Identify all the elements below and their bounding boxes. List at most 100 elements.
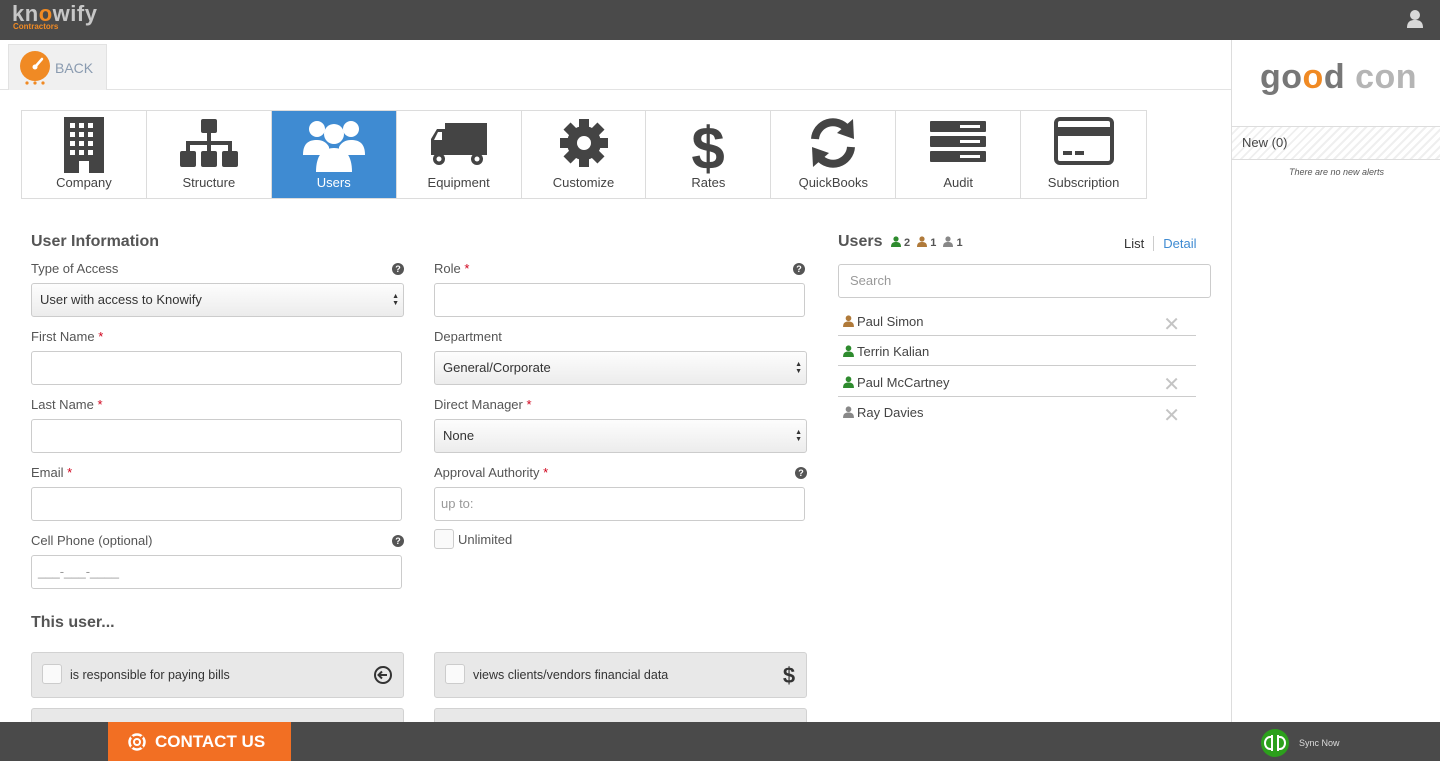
permission-checkbox[interactable] bbox=[42, 664, 62, 684]
department-label: Department bbox=[434, 329, 502, 344]
contact-us-label: CONTACT US bbox=[155, 731, 266, 751]
settings-tabs: Company Structure Users Equipment Custom… bbox=[21, 110, 1147, 199]
last-name-input[interactable] bbox=[31, 419, 402, 453]
last-name-label: Last Name * bbox=[31, 397, 103, 412]
tab-users[interactable]: Users bbox=[271, 111, 397, 198]
dollar-icon: $ bbox=[783, 663, 795, 687]
user-row[interactable]: Paul McCartney ✕ bbox=[838, 366, 1196, 397]
remove-user-icon[interactable]: ✕ bbox=[1163, 403, 1180, 428]
org-chart-icon bbox=[179, 119, 238, 167]
remove-user-icon[interactable]: ✕ bbox=[1163, 312, 1180, 337]
users-header: Users 2 1 1 bbox=[838, 233, 963, 251]
user-search-input[interactable]: Search bbox=[838, 264, 1211, 298]
user-name: Terrin Kalian bbox=[857, 344, 930, 359]
person-icon bbox=[917, 236, 928, 247]
user-row[interactable]: Terrin Kalian bbox=[838, 336, 1196, 366]
tab-label: Audit bbox=[943, 175, 973, 190]
cell-phone-input[interactable]: ___-___-____ bbox=[31, 555, 402, 589]
help-icon[interactable]: ? bbox=[392, 263, 404, 275]
email-input[interactable] bbox=[31, 487, 402, 521]
tab-customize[interactable]: Customize bbox=[522, 111, 647, 198]
user-account-icon[interactable] bbox=[1406, 9, 1424, 29]
select-arrows-icon: ▲ ▼ bbox=[392, 293, 399, 307]
remove-user-icon[interactable]: ✕ bbox=[1163, 372, 1180, 397]
help-icon[interactable]: ? bbox=[793, 263, 805, 275]
permission-paying-bills[interactable]: is responsible for paying bills bbox=[31, 652, 404, 698]
permission-row[interactable] bbox=[434, 708, 807, 722]
tab-quickbooks[interactable]: QuickBooks bbox=[771, 111, 897, 198]
person-icon bbox=[843, 315, 854, 327]
direct-manager-value: None bbox=[443, 428, 475, 443]
help-icon[interactable]: ? bbox=[795, 467, 807, 479]
department-select[interactable]: General/Corporate ▲ ▼ bbox=[434, 351, 807, 385]
person-icon bbox=[843, 345, 854, 357]
refresh-icon bbox=[811, 118, 856, 168]
select-arrows-icon: ▲ ▼ bbox=[795, 429, 802, 443]
help-icon[interactable]: ? bbox=[392, 535, 404, 547]
user-name: Ray Davies bbox=[857, 405, 924, 420]
tab-equipment[interactable]: Equipment bbox=[397, 111, 522, 198]
back-bar: BACK bbox=[0, 40, 1231, 90]
tab-company[interactable]: Company bbox=[22, 111, 147, 198]
permission-label: views clients/vendors financial data bbox=[473, 668, 669, 682]
truck-icon bbox=[430, 123, 487, 165]
permission-row[interactable] bbox=[31, 708, 404, 722]
tab-label: Equipment bbox=[427, 175, 490, 190]
cell-phone-label: Cell Phone (optional) bbox=[31, 533, 153, 548]
user-row[interactable]: Paul Simon ✕ bbox=[838, 306, 1196, 336]
approval-authority-input[interactable]: up to: bbox=[434, 487, 805, 521]
detail-view-link[interactable]: Detail bbox=[1154, 236, 1196, 251]
bottom-bar: CONTACT US Sync Now bbox=[0, 722, 1440, 761]
user-count-limited: 1 bbox=[917, 236, 939, 249]
permission-checkbox[interactable] bbox=[445, 664, 465, 684]
direct-manager-field: Direct Manager * None ▲ ▼ bbox=[434, 397, 807, 453]
first-name-input[interactable] bbox=[31, 351, 402, 385]
type-of-access-select[interactable]: User with access to Knowify ▲ ▼ bbox=[31, 283, 404, 317]
back-button[interactable]: BACK bbox=[8, 44, 107, 90]
dashboard-gauge-icon bbox=[20, 50, 50, 85]
tab-structure[interactable]: Structure bbox=[147, 111, 272, 198]
permission-financial-data[interactable]: views clients/vendors financial data $ bbox=[434, 652, 807, 698]
approval-authority-label: Approval Authority * bbox=[434, 465, 549, 480]
back-label: BACK bbox=[55, 59, 94, 76]
this-user-title: This user... bbox=[31, 614, 115, 631]
sync-now-button[interactable]: Sync Now bbox=[1261, 729, 1340, 757]
dollar-icon: $ bbox=[692, 117, 725, 177]
user-name: Paul McCartney bbox=[857, 375, 950, 390]
user-row[interactable]: Ray Davies ✕ bbox=[838, 397, 1196, 427]
lifebuoy-icon bbox=[128, 732, 146, 751]
tab-label: Subscription bbox=[1047, 175, 1120, 190]
contact-us-button[interactable]: CONTACT US bbox=[108, 722, 291, 761]
tab-audit[interactable]: Audit bbox=[896, 111, 1022, 198]
person-icon bbox=[890, 236, 901, 247]
knowify-logo[interactable]: knowify Contractors bbox=[12, 3, 97, 31]
tab-label: Company bbox=[56, 175, 112, 190]
tab-subscription[interactable]: Subscription bbox=[1021, 111, 1146, 198]
alerts-panel: good con New (0) There are no new alerts bbox=[1231, 40, 1440, 722]
gear-icon bbox=[559, 119, 608, 167]
tab-label: QuickBooks bbox=[798, 175, 868, 190]
user-information-title: User Information bbox=[31, 233, 160, 250]
role-input[interactable] bbox=[434, 283, 805, 317]
list-view-link[interactable]: List bbox=[1124, 236, 1155, 251]
quickbooks-icon bbox=[1261, 729, 1289, 757]
unlimited-checkbox[interactable] bbox=[434, 529, 454, 549]
type-of-access-value: User with access to Knowify bbox=[40, 292, 202, 307]
user-list: Paul Simon ✕ Terrin Kalian Paul McCartne… bbox=[838, 306, 1196, 427]
user-name: Paul Simon bbox=[857, 314, 924, 329]
role-field: Role * ? bbox=[434, 261, 805, 317]
person-icon bbox=[843, 406, 854, 418]
approval-authority-field: Approval Authority * ? up to: bbox=[434, 465, 807, 521]
svg-text:$: $ bbox=[783, 663, 795, 687]
new-alerts-header[interactable]: New (0) bbox=[1232, 126, 1440, 160]
tab-label: Rates bbox=[691, 175, 726, 190]
direct-manager-select[interactable]: None ▲ ▼ bbox=[434, 419, 807, 453]
arrow-circle-left-icon bbox=[374, 666, 392, 684]
tab-label: Structure bbox=[182, 175, 236, 190]
last-name-field: Last Name * bbox=[31, 397, 402, 453]
new-alerts-label: New (0) bbox=[1242, 135, 1288, 150]
tab-rates[interactable]: $ Rates bbox=[646, 111, 772, 198]
user-count-inactive: 1 bbox=[943, 236, 963, 249]
unlimited-label: Unlimited bbox=[458, 531, 513, 547]
cell-phone-field: Cell Phone (optional) ? ___-___-____ bbox=[31, 533, 404, 589]
